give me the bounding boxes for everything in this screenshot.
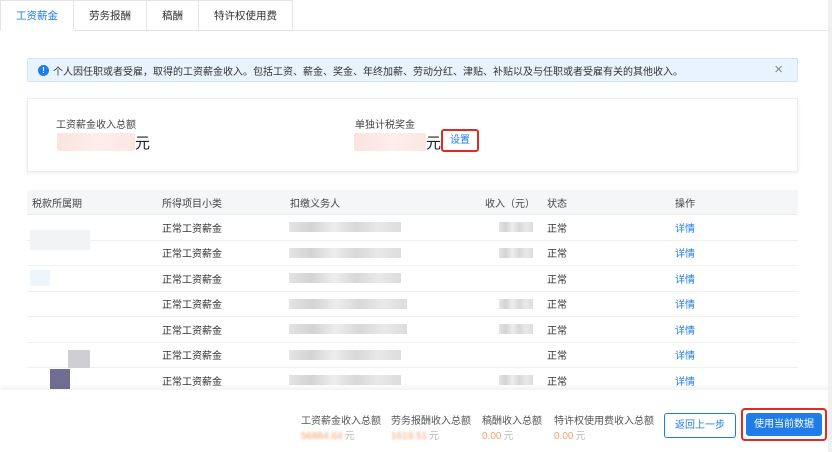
table-row: 正常工资薪金 正常 详情 bbox=[27, 343, 798, 368]
footer-franchise-value: 0.00 元 bbox=[554, 431, 586, 442]
income-redacted bbox=[499, 324, 533, 335]
back-button[interactable]: 返回上一步 bbox=[664, 413, 736, 438]
payer-redacted bbox=[289, 349, 401, 360]
payer-redacted bbox=[289, 247, 401, 258]
payer-redacted bbox=[289, 324, 407, 335]
details-link[interactable]: 详情 bbox=[675, 245, 695, 260]
row-category: 正常工资薪金 bbox=[162, 351, 222, 363]
payer-redacted bbox=[289, 273, 401, 284]
bonus-value-redacted bbox=[354, 133, 426, 151]
header-status: 状态 bbox=[547, 198, 567, 210]
row-status: 正常 bbox=[547, 376, 567, 388]
tab-labor[interactable]: 劳务报酬 bbox=[74, 0, 147, 31]
info-notice: ! 个人因任职或者受雇，取得的工资薪金收入。包括工资、薪金、奖金、年终加薪、劳动… bbox=[27, 58, 798, 82]
footer-labor-label: 劳务报酬收入总额 bbox=[391, 416, 471, 427]
income-table: 税款所属期 所得项目小类 扣缴义务人 收入（元） 状态 操作 正常工资薪金 正常… bbox=[27, 190, 798, 394]
close-icon[interactable]: × bbox=[774, 62, 783, 78]
footer-salary-value: 56884.64 元 bbox=[301, 431, 355, 442]
tab-royalty-manuscript[interactable]: 稿酬 bbox=[147, 0, 199, 31]
income-redacted bbox=[499, 222, 533, 233]
page-scrollbar[interactable] bbox=[828, 0, 832, 452]
table-header: 税款所属期 所得项目小类 扣缴义务人 收入（元） 状态 操作 bbox=[27, 190, 798, 215]
row-status: 正常 bbox=[547, 325, 567, 337]
header-category: 所得项目小类 bbox=[162, 198, 222, 210]
period-redacted bbox=[68, 350, 90, 368]
footer-bar: 工资薪金收入总额 56884.64 元 劳务报酬收入总额 1619.51 元 稿酬收… bbox=[0, 390, 832, 452]
income-redacted bbox=[499, 247, 533, 258]
total-income-unit: 元 bbox=[135, 135, 151, 152]
header-action: 操作 bbox=[675, 198, 695, 210]
footer-manuscript-label: 稿酬收入总额 bbox=[482, 416, 542, 427]
row-status: 正常 bbox=[547, 223, 567, 235]
header-period: 税款所属期 bbox=[32, 198, 82, 210]
settings-button[interactable]: 设置 bbox=[441, 129, 479, 152]
row-status: 正常 bbox=[547, 351, 567, 363]
tab-bar: 工资薪金 劳务报酬 稿酬 特许权使用费 bbox=[0, 0, 832, 31]
footer-manuscript-value: 0.00 元 bbox=[482, 431, 514, 442]
row-category: 正常工资薪金 bbox=[162, 325, 222, 337]
income-redacted bbox=[499, 298, 533, 309]
header-payer: 扣缴义务人 bbox=[290, 198, 340, 210]
income-redacted bbox=[499, 375, 533, 386]
row-status: 正常 bbox=[547, 274, 567, 286]
footer-salary-label: 工资薪金收入总额 bbox=[301, 416, 381, 427]
period-redacted bbox=[50, 369, 70, 389]
bonus-unit: 元 bbox=[426, 135, 442, 152]
table-row: 正常工资薪金 正常 详情 bbox=[27, 241, 798, 266]
bonus-label: 单独计税奖金 bbox=[355, 120, 415, 131]
table-row: 正常工资薪金 正常 详情 bbox=[27, 215, 798, 241]
use-current-data-button[interactable]: 使用当前数据 bbox=[746, 413, 822, 436]
row-category: 正常工资薪金 bbox=[162, 274, 222, 286]
table-row: 正常工资薪金 正常 详情 bbox=[27, 317, 798, 343]
period-redacted bbox=[30, 270, 50, 286]
details-link[interactable]: 详情 bbox=[675, 271, 695, 286]
use-data-highlight: 使用当前数据 bbox=[741, 408, 827, 441]
row-status: 正常 bbox=[547, 300, 567, 312]
details-link[interactable]: 详情 bbox=[675, 296, 695, 311]
tab-franchise-fee[interactable]: 特许权使用费 bbox=[199, 0, 293, 31]
row-category: 正常工资薪金 bbox=[162, 376, 222, 388]
summary-card: 工资薪金收入总额 元 单独计税奖金 元 设置 bbox=[27, 98, 798, 172]
details-link[interactable]: 详情 bbox=[675, 322, 695, 337]
details-link[interactable]: 详情 bbox=[675, 220, 695, 235]
details-link[interactable]: 详情 bbox=[675, 373, 695, 388]
details-link[interactable]: 详情 bbox=[675, 347, 695, 362]
row-status: 正常 bbox=[547, 249, 567, 261]
info-icon: ! bbox=[38, 64, 49, 76]
payer-redacted bbox=[289, 375, 401, 386]
header-income: 收入（元） bbox=[485, 198, 535, 210]
row-category: 正常工资薪金 bbox=[162, 249, 222, 261]
tab-salary[interactable]: 工资薪金 bbox=[0, 0, 74, 31]
table-row: 正常工资薪金 正常 详情 bbox=[27, 266, 798, 292]
payer-redacted bbox=[289, 222, 401, 233]
row-category: 正常工资薪金 bbox=[162, 300, 222, 312]
total-income-value-redacted bbox=[57, 133, 135, 151]
footer-labor-value: 1619.51 元 bbox=[391, 431, 440, 442]
footer-franchise-label: 特许权使用费收入总额 bbox=[554, 416, 654, 427]
row-category: 正常工资薪金 bbox=[162, 223, 222, 235]
notice-text: 个人因任职或者受雇，取得的工资薪金收入。包括工资、薪金、奖金、年终加薪、劳动分红… bbox=[53, 66, 683, 78]
payer-redacted bbox=[289, 298, 407, 309]
table-row: 正常工资薪金 正常 详情 bbox=[27, 292, 798, 317]
total-income-label: 工资薪金收入总额 bbox=[56, 120, 136, 131]
period-redacted bbox=[30, 230, 90, 250]
